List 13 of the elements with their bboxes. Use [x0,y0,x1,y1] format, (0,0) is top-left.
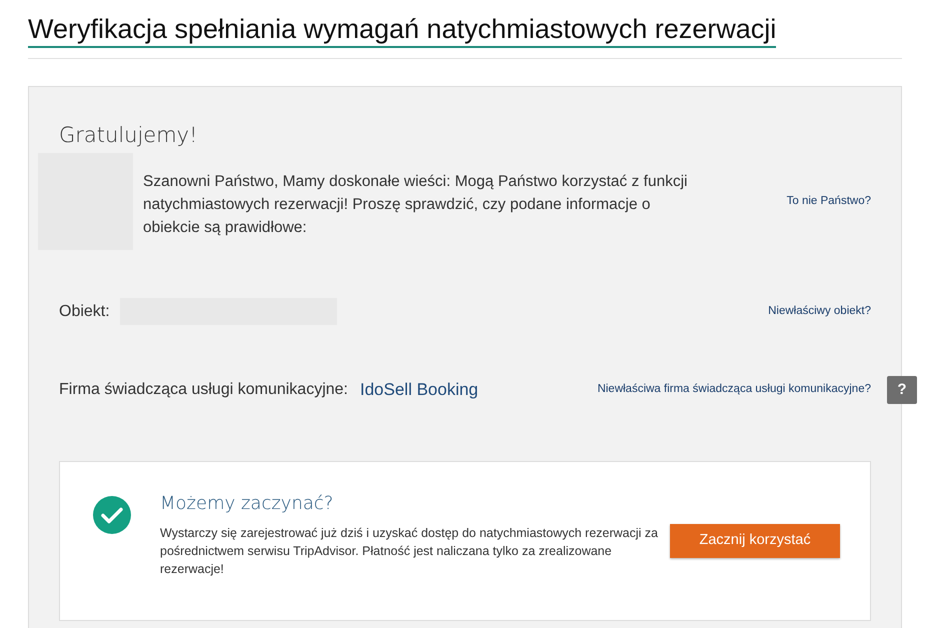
help-badge[interactable]: ? [887,376,917,404]
card-text: Wystarczy się zarejestrować już dziś i uzyskać dostęp do natychmiastowych rezerwacji za pośrednictwem serwisu TripAdvisor. Płatność jest naliczana tylko za zrealizowane rezerwacje! [160,524,659,578]
field-label: Obiekt: [59,302,110,322]
not-you-link[interactable]: To nie Państwo? [786,192,871,210]
panel-heading: Gratulujemy! [59,122,199,149]
field-value: IdoSell Booking [360,379,478,401]
wrong-field-link[interactable]: Niewłaściwa firma świadcząca usługi komunikacyjne? [597,381,871,398]
message-text: Szanowni Państwo, Mamy doskonałe wieści: Mogą Państwo korzystać z funkcji natychmiastowych rezerwacji! Proszę sprawdzić, czy podane informacje o obiekcie są prawidłowe: [143,172,688,238]
check-circle-icon [93,496,131,534]
field-label: Firma świadcząca usługi komunikacyjne: [59,380,348,400]
card-heading: Możemy zaczynać? [160,492,334,516]
page-title: Weryfikacja spełniania wymagań natychmiastowych rezerwacji [28,12,776,48]
wrong-field-link[interactable]: Niewłaściwy obiekt? [768,302,871,320]
